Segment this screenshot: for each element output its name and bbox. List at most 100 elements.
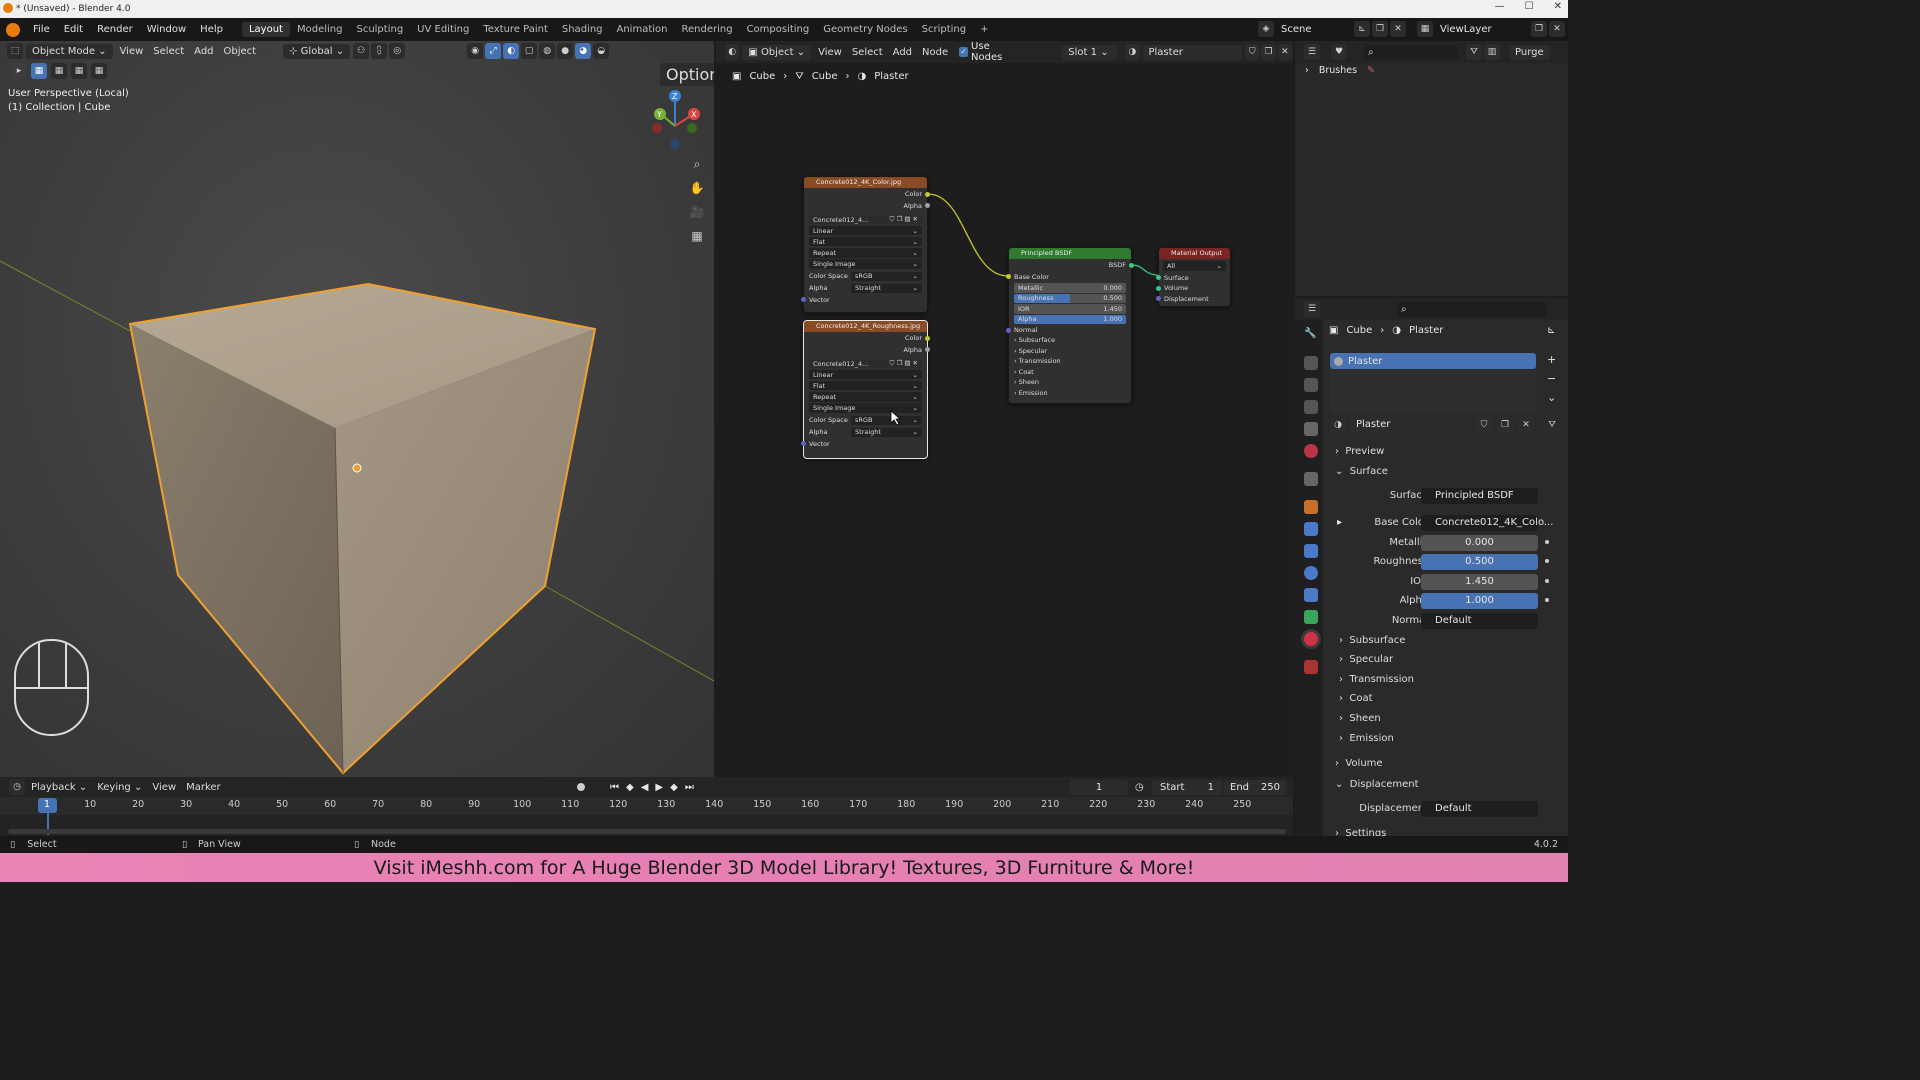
blender-menu-icon[interactable] bbox=[6, 22, 20, 37]
add-slot-button[interactable]: + bbox=[1547, 353, 1556, 366]
socket-vector[interactable] bbox=[801, 441, 806, 447]
ior-field[interactable]: IOR 1.450 bbox=[1014, 304, 1126, 314]
menu-edit[interactable]: Edit bbox=[57, 24, 90, 35]
surface-shader-field[interactable]: Principled BSDF bbox=[1421, 487, 1538, 504]
current-frame-field[interactable]: 1 bbox=[1070, 779, 1128, 795]
socket-color[interactable] bbox=[925, 335, 930, 341]
workspace-tab-scripting[interactable]: Scripting bbox=[915, 22, 973, 37]
menu-help[interactable]: Help bbox=[193, 24, 230, 35]
search-field[interactable]: ⌕ bbox=[1364, 44, 1458, 60]
surface-panel-header[interactable]: ⌄ Surface bbox=[1295, 462, 1568, 481]
timeline-view-menu[interactable]: View bbox=[147, 782, 181, 793]
camera-icon[interactable]: 🎥 bbox=[686, 201, 708, 223]
keyframe-dot[interactable] bbox=[1545, 559, 1549, 563]
orphan-icon[interactable]: ▥ bbox=[1484, 44, 1500, 60]
close-icon[interactable]: ✕ bbox=[1549, 21, 1565, 37]
editor-type-icon[interactable]: ☰ bbox=[1304, 44, 1320, 60]
filter-icon[interactable]: ⛛ bbox=[1466, 44, 1482, 60]
material-slot-list[interactable]: Plaster bbox=[1330, 353, 1536, 413]
pin-icon[interactable]: ⊾ bbox=[1547, 325, 1555, 336]
alpha-slider[interactable]: 1.000 bbox=[1421, 592, 1538, 609]
maximize-button[interactable]: ☐ bbox=[1525, 1, 1534, 12]
material-slot-item[interactable]: Plaster bbox=[1330, 353, 1536, 369]
metallic-slider[interactable]: Metallic 0.000 bbox=[1014, 283, 1126, 293]
zoom-icon[interactable]: ⌕ bbox=[686, 153, 708, 175]
new-view-layer-icon[interactable]: ❐ bbox=[1531, 21, 1547, 37]
shader-editor[interactable]: ◐ ▣ Object ⌄ View Select Add Node ✓ Use … bbox=[716, 41, 1293, 777]
socket-displacement[interactable] bbox=[1156, 296, 1161, 302]
play-icon[interactable]: ▶ bbox=[655, 782, 663, 793]
pin-icon[interactable]: ⊾ bbox=[1354, 21, 1370, 37]
menu-render[interactable]: Render bbox=[90, 24, 140, 35]
workspace-tab-animation[interactable]: Animation bbox=[610, 22, 675, 37]
subsurface-subpanel[interactable]: › Subsurface bbox=[1295, 631, 1568, 650]
displacement-panel-header[interactable]: ⌄ Displacement bbox=[1295, 775, 1568, 794]
keyframe-dot[interactable] bbox=[1545, 598, 1549, 602]
editor-type-icon[interactable]: ☰ bbox=[1304, 301, 1320, 317]
end-frame-field[interactable]: End 250 bbox=[1224, 779, 1286, 795]
timeline-panel[interactable]: ◷ Playback ⌄ Keying ⌄ View Marker ⏮ ◆ ◀ … bbox=[0, 777, 1293, 836]
image-selector[interactable]: Concrete012_4... ⛉ ❐ ▤ ✕ bbox=[809, 358, 922, 369]
source-dropdown[interactable]: Single Image ⌄ bbox=[809, 259, 922, 269]
tool-tab-icon[interactable]: 🔧 bbox=[1304, 328, 1318, 342]
workspace-tab-modeling[interactable]: Modeling bbox=[290, 22, 350, 37]
next-keyframe-icon[interactable]: ◆ bbox=[670, 782, 678, 793]
socket-base-color[interactable] bbox=[1006, 274, 1011, 279]
roughness-slider[interactable]: Roughness 0.500 bbox=[1014, 293, 1126, 303]
play-reverse-icon[interactable]: ◀ bbox=[641, 782, 649, 793]
preview-panel-header[interactable]: › Preview bbox=[1295, 442, 1568, 461]
output-target-dropdown[interactable]: All ⌄ bbox=[1163, 261, 1226, 271]
workspace-tab-sculpting[interactable]: Sculpting bbox=[349, 22, 410, 37]
alpha-slider[interactable]: Alpha 1.000 bbox=[1014, 314, 1126, 324]
view-layer-icon[interactable]: ▦ bbox=[1417, 21, 1433, 37]
add-workspace-button[interactable]: + bbox=[973, 22, 995, 37]
minimize-button[interactable]: — bbox=[1495, 1, 1505, 12]
menu-file[interactable]: File bbox=[26, 24, 57, 35]
socket-bsdf[interactable] bbox=[1129, 262, 1134, 268]
timeline-scrollbar[interactable] bbox=[8, 829, 1286, 834]
menu-window[interactable]: Window bbox=[140, 24, 193, 35]
material-browse-icon[interactable]: ◑ bbox=[1330, 417, 1346, 433]
bsdf-section-coat[interactable]: › Coat bbox=[1009, 367, 1131, 378]
projection-dropdown[interactable]: Flat ⌄ bbox=[809, 380, 922, 391]
properties-search-field[interactable]: ⌕ bbox=[1397, 301, 1547, 317]
scene-icon[interactable]: ◈ bbox=[1258, 21, 1274, 37]
scene-name[interactable]: Scene bbox=[1275, 24, 1353, 35]
frame-ruler[interactable]: 1 10 20 30 40 50 60 70 80 90 100 110 120 130 140 150 160… bbox=[0, 797, 1293, 815]
workspace-tab-layout[interactable]: Layout bbox=[241, 22, 290, 37]
keyframe-dot[interactable] bbox=[1545, 579, 1549, 583]
jump-start-icon[interactable]: ⏮ bbox=[610, 782, 619, 793]
specular-subpanel[interactable]: › Specular bbox=[1295, 650, 1568, 669]
bsdf-section-transmission[interactable]: › Transmission bbox=[1009, 356, 1131, 367]
expand-arrow-icon[interactable]: ▸ bbox=[1337, 517, 1342, 528]
bsdf-section-emission[interactable]: › Emission bbox=[1009, 388, 1131, 399]
workspace-tab-geometry-nodes[interactable]: Geometry Nodes bbox=[816, 22, 914, 37]
record-button[interactable] bbox=[577, 783, 585, 791]
transmission-subpanel[interactable]: › Transmission bbox=[1295, 670, 1568, 689]
node-header[interactable]: Material Output bbox=[1159, 248, 1230, 259]
grid-icon[interactable]: ▦ bbox=[686, 225, 708, 247]
roughness-slider[interactable]: 0.500 bbox=[1421, 553, 1538, 570]
interpolation-dropdown[interactable]: Linear ⌄ bbox=[809, 225, 922, 236]
workspace-tab-texture-paint[interactable]: Texture Paint bbox=[476, 22, 555, 37]
emission-subpanel[interactable]: › Emission bbox=[1295, 729, 1568, 748]
volume-panel-header[interactable]: › Volume bbox=[1295, 754, 1568, 773]
keying-menu[interactable]: Keying ⌄ bbox=[92, 782, 147, 793]
socket-normal[interactable] bbox=[1006, 327, 1011, 333]
interpolation-dropdown[interactable]: Linear ⌄ bbox=[809, 369, 922, 380]
shield-icon[interactable]: ⛉ bbox=[1476, 417, 1492, 433]
sheen-subpanel[interactable]: › Sheen bbox=[1295, 709, 1568, 728]
bsdf-section-specular[interactable]: › Specular bbox=[1009, 346, 1131, 357]
jump-end-icon[interactable]: ⏭ bbox=[685, 782, 694, 793]
close-icon[interactable]: ✕ bbox=[1518, 417, 1534, 433]
workspace-tab-compositing[interactable]: Compositing bbox=[740, 22, 817, 37]
3d-viewport[interactable]: ⬚ Object Mode ⌄ View Select Add Object ⊹… bbox=[0, 41, 714, 777]
view-layer-tab-icon[interactable] bbox=[1304, 400, 1318, 414]
clock-icon[interactable]: ◷ bbox=[1135, 782, 1144, 793]
socket-vector[interactable] bbox=[801, 297, 806, 303]
keyframe-dot[interactable] bbox=[1545, 540, 1549, 544]
remove-slot-button[interactable]: − bbox=[1547, 372, 1556, 385]
alpha-mode-dropdown[interactable]: Straight ⌄ bbox=[851, 283, 922, 294]
navigation-gizmo[interactable]: Z Y X bbox=[642, 86, 712, 156]
bsdf-section-subsurface[interactable]: › Subsurface bbox=[1009, 335, 1131, 346]
